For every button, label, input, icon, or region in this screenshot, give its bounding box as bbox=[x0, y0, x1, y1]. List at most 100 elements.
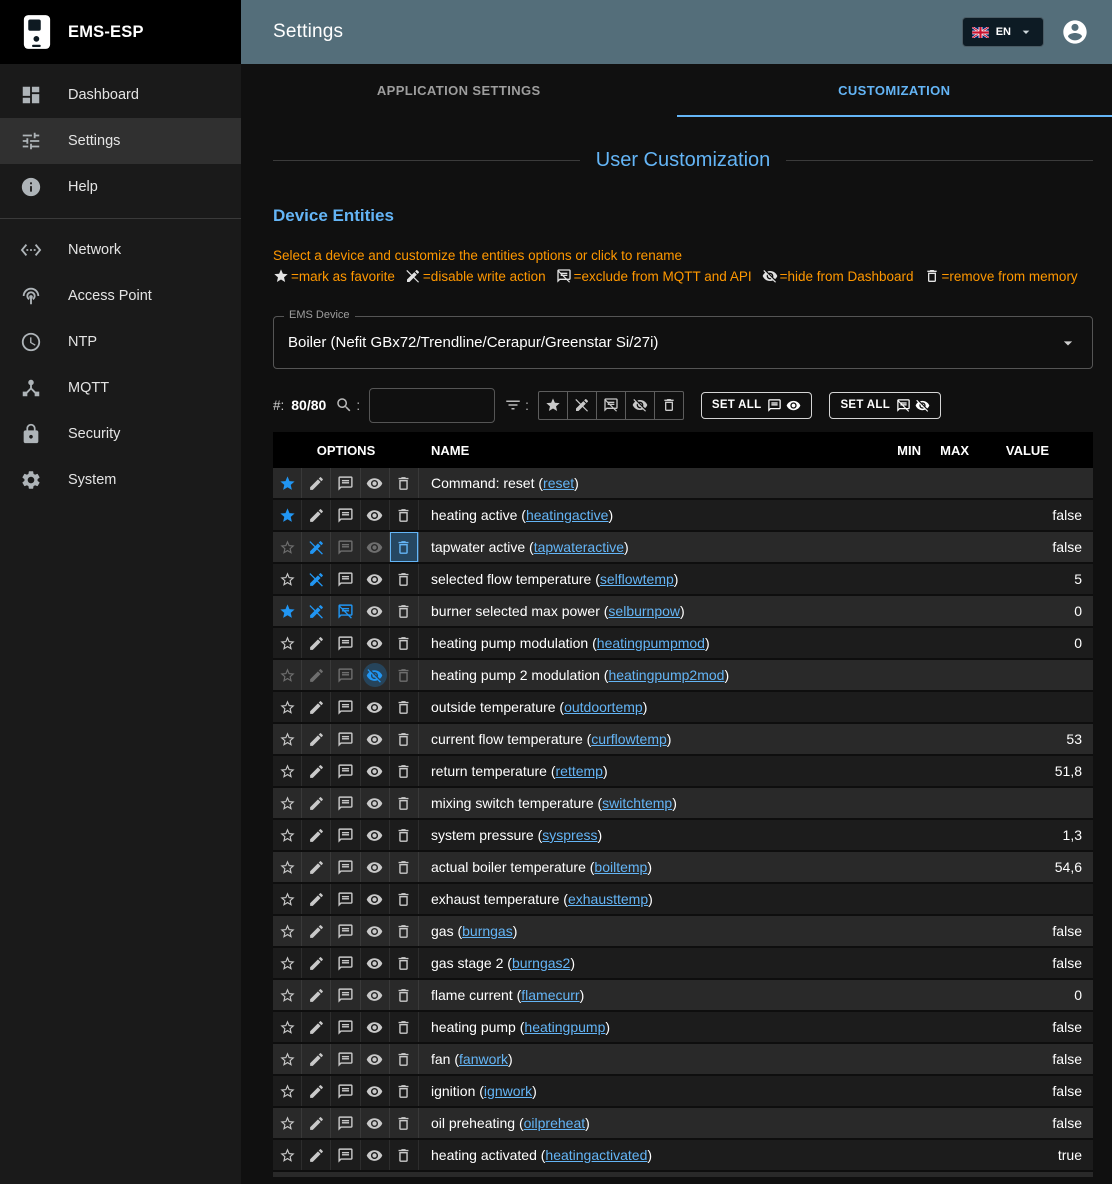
entity-name[interactable]: gas stage 2 (burngas2) bbox=[419, 948, 873, 978]
entity-name[interactable]: mixing switch temperature (switchtemp) bbox=[419, 788, 873, 818]
entity-shortname-link[interactable]: outdoortemp bbox=[564, 699, 643, 715]
entity-shortname-link[interactable]: tapwateractive bbox=[534, 539, 624, 555]
entity-name[interactable]: heating pump 2 modulation (heatingpump2m… bbox=[419, 660, 873, 690]
entity-row[interactable]: heating pump 2 modulation (heatingpump2m… bbox=[273, 660, 1093, 692]
disable-write-toggle[interactable] bbox=[302, 1108, 331, 1138]
favorite-toggle[interactable] bbox=[273, 852, 302, 882]
disable-write-toggle[interactable] bbox=[302, 1044, 331, 1074]
filter-remove-memory-button[interactable] bbox=[654, 391, 684, 420]
exclude-mqtt-toggle[interactable] bbox=[331, 724, 360, 754]
entity-row[interactable]: oil preheating (oilpreheat) false bbox=[273, 1108, 1093, 1140]
remove-memory-toggle[interactable] bbox=[390, 628, 419, 658]
exclude-mqtt-toggle[interactable] bbox=[331, 660, 360, 690]
favorite-toggle[interactable] bbox=[273, 1012, 302, 1042]
remove-memory-toggle[interactable] bbox=[390, 532, 419, 562]
entity-row[interactable]: heating pump modulation (heatingpumpmod)… bbox=[273, 628, 1093, 660]
language-select[interactable]: EN bbox=[962, 17, 1044, 47]
disable-write-toggle[interactable] bbox=[302, 1076, 331, 1106]
entity-name[interactable]: outside temperature (outdoortemp) bbox=[419, 692, 873, 722]
sidebar-item-dashboard[interactable]: Dashboard bbox=[0, 72, 241, 118]
tab-customization[interactable]: CUSTOMIZATION bbox=[677, 64, 1112, 117]
disable-write-toggle[interactable] bbox=[302, 564, 331, 594]
entity-shortname-link[interactable]: fanwork bbox=[459, 1051, 508, 1067]
exclude-mqtt-toggle[interactable] bbox=[331, 500, 360, 530]
disable-write-toggle[interactable] bbox=[302, 980, 331, 1010]
entity-row[interactable]: tapwater active (tapwateractive) false bbox=[273, 532, 1093, 564]
disable-write-toggle[interactable] bbox=[302, 532, 331, 562]
exclude-mqtt-toggle[interactable] bbox=[331, 468, 360, 498]
favorite-toggle[interactable] bbox=[273, 724, 302, 754]
remove-memory-toggle[interactable] bbox=[390, 884, 419, 914]
entity-row[interactable]: mixing switch temperature (switchtemp) bbox=[273, 788, 1093, 820]
favorite-toggle[interactable] bbox=[273, 564, 302, 594]
entity-shortname-link[interactable]: heatingactive bbox=[526, 507, 609, 523]
hide-dashboard-toggle[interactable] bbox=[361, 884, 390, 914]
favorite-toggle[interactable] bbox=[273, 500, 302, 530]
sidebar-item-mqtt[interactable]: MQTT bbox=[0, 365, 241, 411]
remove-memory-toggle[interactable] bbox=[390, 1076, 419, 1106]
disable-write-toggle[interactable] bbox=[302, 852, 331, 882]
exclude-mqtt-toggle[interactable] bbox=[331, 1140, 360, 1170]
disable-write-toggle[interactable] bbox=[302, 692, 331, 722]
remove-memory-toggle[interactable] bbox=[390, 788, 419, 818]
entity-shortname-link[interactable]: ignwork bbox=[484, 1083, 532, 1099]
entity-name[interactable]: fan (fanwork) bbox=[419, 1044, 873, 1074]
entity-shortname-link[interactable]: burngas bbox=[462, 923, 513, 939]
set-all-hide-button[interactable]: SET ALL bbox=[829, 392, 941, 419]
entity-row[interactable]: actual boiler temperature (boiltemp) 54,… bbox=[273, 852, 1093, 884]
exclude-mqtt-toggle[interactable] bbox=[331, 532, 360, 562]
disable-write-toggle[interactable] bbox=[302, 1140, 331, 1170]
entity-name[interactable]: return temperature (rettemp) bbox=[419, 756, 873, 786]
entity-name[interactable]: exhaust temperature (exhausttemp) bbox=[419, 884, 873, 914]
hide-dashboard-toggle[interactable] bbox=[361, 756, 390, 786]
favorite-toggle[interactable] bbox=[273, 1076, 302, 1106]
set-all-show-button[interactable]: SET ALL bbox=[701, 392, 813, 419]
search-input[interactable] bbox=[369, 388, 495, 423]
account-button[interactable] bbox=[1060, 17, 1090, 47]
entity-name[interactable]: heating active (heatingactive) bbox=[419, 500, 873, 530]
sidebar-item-system[interactable]: System bbox=[0, 457, 241, 503]
remove-memory-toggle[interactable] bbox=[390, 596, 419, 626]
exclude-mqtt-toggle[interactable] bbox=[331, 692, 360, 722]
exclude-mqtt-toggle[interactable] bbox=[331, 948, 360, 978]
entity-row[interactable]: flame current (flamecurr) 0 bbox=[273, 980, 1093, 1012]
entity-row[interactable]: gas stage 2 (burngas2) false bbox=[273, 948, 1093, 980]
favorite-toggle[interactable] bbox=[273, 1140, 302, 1170]
entity-name[interactable]: oil preheating (oilpreheat) bbox=[419, 1108, 873, 1138]
hide-dashboard-toggle[interactable] bbox=[361, 980, 390, 1010]
entity-row[interactable]: Command: reset (reset) bbox=[273, 468, 1093, 500]
entity-shortname-link[interactable]: flamecurr bbox=[521, 987, 579, 1003]
favorite-toggle[interactable] bbox=[273, 1108, 302, 1138]
favorite-toggle[interactable] bbox=[273, 532, 302, 562]
hide-dashboard-toggle[interactable] bbox=[361, 564, 390, 594]
favorite-toggle[interactable] bbox=[273, 788, 302, 818]
exclude-mqtt-toggle[interactable] bbox=[331, 1076, 360, 1106]
hide-dashboard-toggle[interactable] bbox=[361, 916, 390, 946]
disable-write-toggle[interactable] bbox=[302, 1012, 331, 1042]
exclude-mqtt-toggle[interactable] bbox=[331, 852, 360, 882]
hide-dashboard-toggle[interactable] bbox=[361, 724, 390, 754]
favorite-toggle[interactable] bbox=[273, 820, 302, 850]
entity-row[interactable]: heating active (heatingactive) false bbox=[273, 500, 1093, 532]
entity-row[interactable]: return temperature (rettemp) 51,8 bbox=[273, 756, 1093, 788]
disable-write-toggle[interactable] bbox=[302, 500, 331, 530]
disable-write-toggle[interactable] bbox=[302, 468, 331, 498]
remove-memory-toggle[interactable] bbox=[390, 468, 419, 498]
hide-dashboard-toggle[interactable] bbox=[361, 468, 390, 498]
entity-shortname-link[interactable]: selflowtemp bbox=[600, 571, 674, 587]
hide-dashboard-toggle[interactable] bbox=[361, 788, 390, 818]
remove-memory-toggle[interactable] bbox=[390, 692, 419, 722]
entity-shortname-link[interactable]: switchtemp bbox=[602, 795, 672, 811]
hide-dashboard-toggle[interactable] bbox=[361, 1044, 390, 1074]
entity-row[interactable]: fan (fanwork) false bbox=[273, 1044, 1093, 1076]
remove-memory-toggle[interactable] bbox=[390, 564, 419, 594]
sidebar-item-ntp[interactable]: NTP bbox=[0, 319, 241, 365]
exclude-mqtt-toggle[interactable] bbox=[331, 596, 360, 626]
entity-name[interactable]: heating pump modulation (heatingpumpmod) bbox=[419, 628, 873, 658]
disable-write-toggle[interactable] bbox=[302, 660, 331, 690]
entity-shortname-link[interactable]: burngas2 bbox=[512, 955, 570, 971]
remove-memory-toggle[interactable] bbox=[390, 852, 419, 882]
remove-memory-toggle[interactable] bbox=[390, 916, 419, 946]
favorite-toggle[interactable] bbox=[273, 692, 302, 722]
disable-write-toggle[interactable] bbox=[302, 884, 331, 914]
